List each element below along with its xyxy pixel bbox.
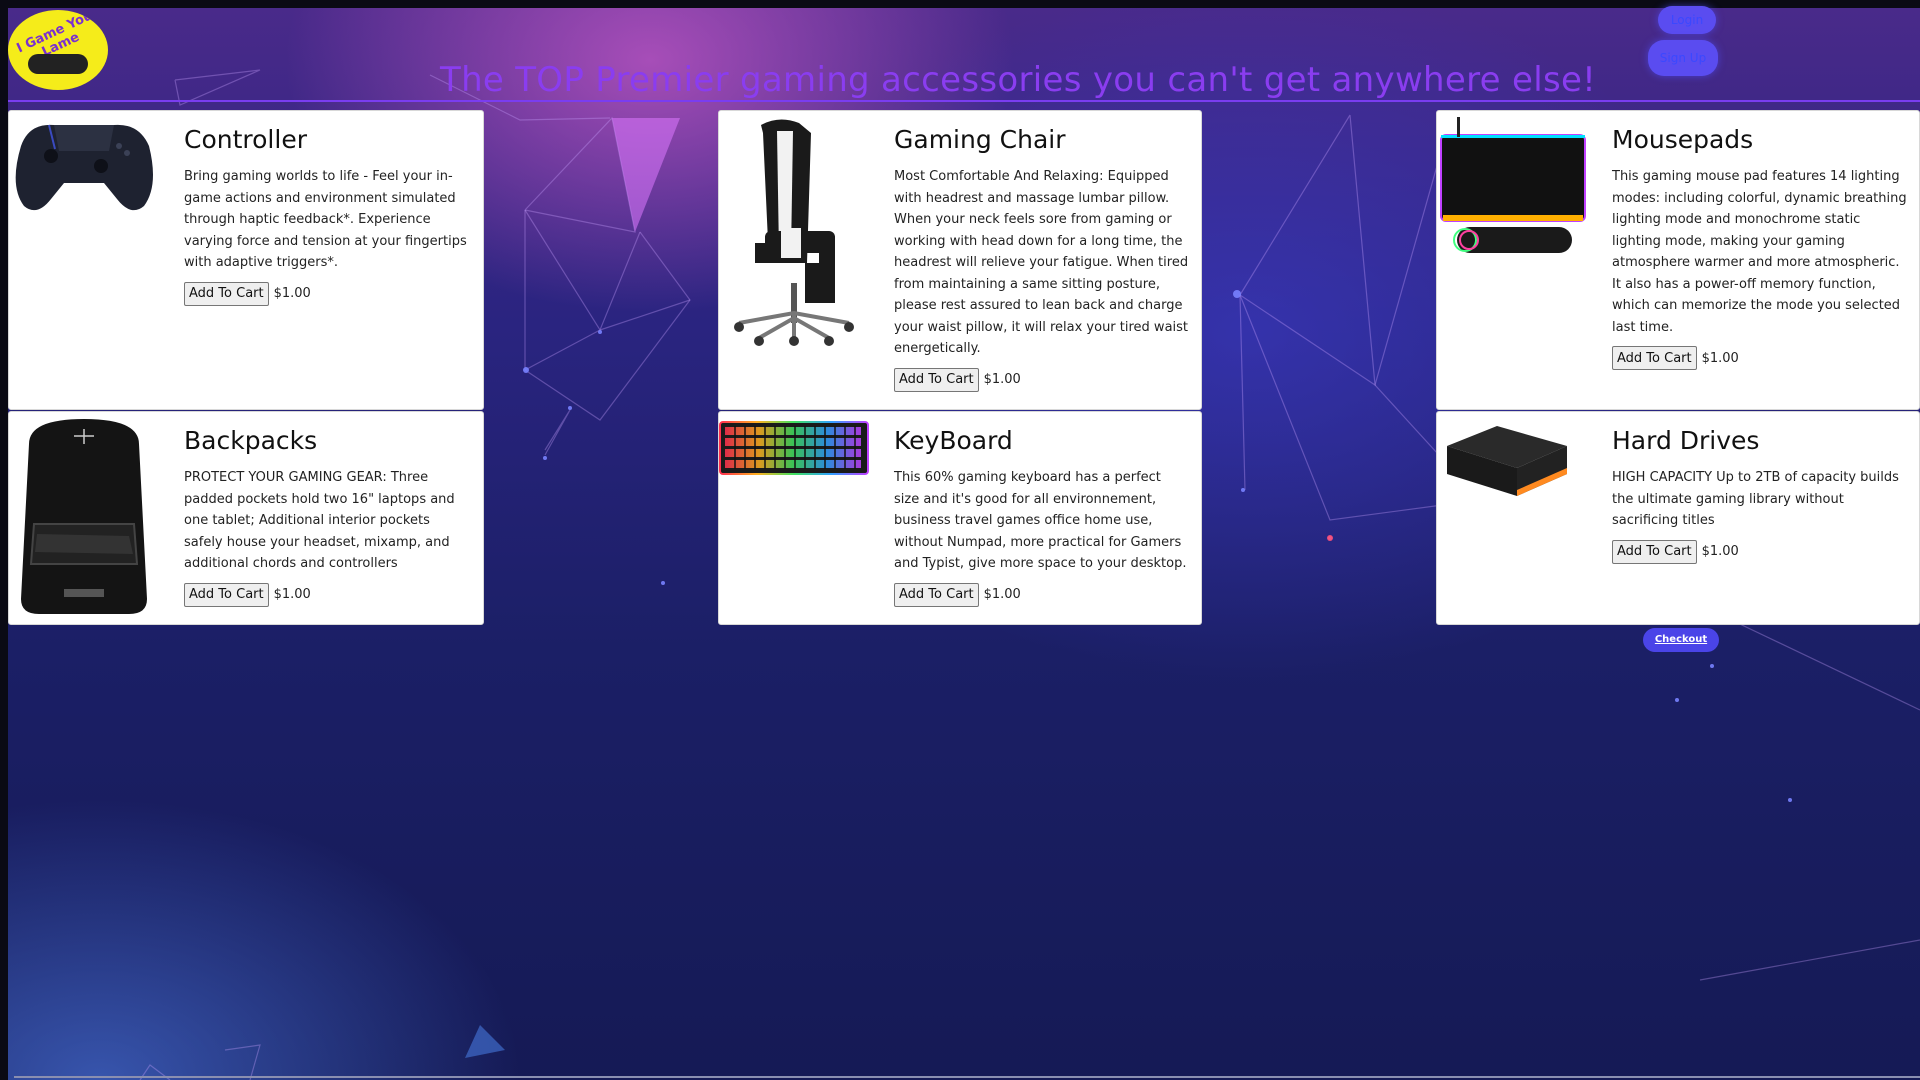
product-card-mousepads: Mousepads This gaming mouse pad features… (1436, 110, 1920, 410)
product-price: $1.00 (983, 372, 1021, 387)
product-description: Most Comfortable And Relaxing: Equipped … (894, 169, 1189, 356)
buy-row: Add To Cart $1.00 (1612, 539, 1907, 564)
top-frame-bar (0, 0, 1920, 8)
product-card-body: Controller Bring gaming worlds to life -… (184, 125, 471, 306)
add-to-cart-button[interactable]: Add To Cart (894, 367, 979, 392)
product-description: PROTECT YOUR GAMING GEAR: Three padded p… (184, 470, 455, 571)
site-logo[interactable]: I Game You Lame (8, 10, 108, 90)
product-title: Gaming Chair (894, 125, 1066, 154)
gaming-chair-image (734, 119, 854, 346)
buy-row: Add To Cart $1.00 (184, 582, 471, 607)
product-description: Bring gaming worlds to life - Feel your … (184, 169, 467, 270)
header-divider (8, 100, 1920, 102)
add-to-cart-button[interactable]: Add To Cart (1612, 346, 1697, 370)
product-card-hard-drives: Hard Drives HIGH CAPACITY Up to 2TB of c… (1436, 411, 1920, 625)
signup-button[interactable]: Sign Up (1648, 40, 1718, 76)
product-price: $1.00 (273, 587, 311, 602)
keyboard-image (719, 421, 869, 475)
product-card-body: Gaming Chair Most Comfortable And Relaxi… (894, 125, 1189, 392)
product-title: Hard Drives (1612, 426, 1760, 455)
product-card-gaming-chair: Gaming Chair Most Comfortable And Relaxi… (718, 110, 1202, 410)
product-card-backpacks: Backpacks PROTECT YOUR GAMING GEAR: Thre… (8, 411, 484, 625)
hard-drive-image (1447, 426, 1567, 496)
login-button[interactable]: Login (1658, 6, 1716, 34)
add-to-cart-button[interactable]: Add To Cart (894, 582, 979, 607)
product-title: Mousepads (1612, 125, 1754, 154)
product-title: Backpacks (184, 426, 318, 455)
add-to-cart-button[interactable]: Add To Cart (1612, 539, 1697, 564)
product-description: This 60% gaming keyboard has a perfect s… (894, 470, 1187, 571)
product-description: HIGH CAPACITY Up to 2TB of capacity buil… (1612, 470, 1899, 528)
add-to-cart-button[interactable]: Add To Cart (184, 281, 269, 306)
checkout-button[interactable]: Checkout (1643, 628, 1719, 652)
page-headline: The TOP Premier gaming accessories you c… (440, 60, 1597, 100)
buy-row: Add To Cart $1.00 (894, 367, 1189, 392)
buy-row: Add To Cart $1.00 (184, 281, 471, 306)
left-frame-edge (0, 0, 8, 1080)
product-card-body: Hard Drives HIGH CAPACITY Up to 2TB of c… (1612, 426, 1907, 564)
product-card-body: KeyBoard This 60% gaming keyboard has a … (894, 426, 1189, 607)
buy-row: Add To Cart $1.00 (894, 582, 1189, 607)
product-title: KeyBoard (894, 426, 1013, 455)
controller-image (15, 124, 153, 211)
bottom-frame-line (14, 1076, 1920, 1078)
add-to-cart-button[interactable]: Add To Cart (184, 582, 269, 607)
mousepad-image (1440, 117, 1586, 253)
product-card-keyboard: KeyBoard This 60% gaming keyboard has a … (718, 411, 1202, 625)
product-price: $1.00 (983, 587, 1021, 602)
gamepad-icon (28, 54, 88, 74)
product-card-body: Backpacks PROTECT YOUR GAMING GEAR: Thre… (184, 426, 471, 607)
product-card-controller: Controller Bring gaming worlds to life -… (8, 110, 484, 410)
product-description: This gaming mouse pad features 14 lighti… (1612, 169, 1907, 335)
product-card-body: Mousepads This gaming mouse pad features… (1612, 125, 1907, 370)
product-price: $1.00 (1701, 544, 1739, 559)
backpack-image (21, 419, 147, 614)
buy-row: Add To Cart $1.00 (1612, 346, 1907, 370)
product-title: Controller (184, 125, 307, 154)
product-price: $1.00 (1701, 350, 1739, 366)
product-price: $1.00 (273, 286, 311, 301)
